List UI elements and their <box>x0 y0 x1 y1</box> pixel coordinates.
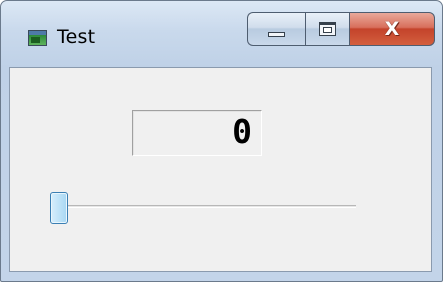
maximize-icon <box>319 22 336 36</box>
client-area: 0 <box>9 67 432 272</box>
value-slider[interactable] <box>50 188 358 226</box>
minimize-button[interactable] <box>247 12 305 46</box>
slider-thumb[interactable] <box>50 192 68 224</box>
value-display: 0 <box>132 110 262 156</box>
test-window: Test X 0 <box>0 0 443 282</box>
caption-buttons: X <box>247 12 435 46</box>
close-button[interactable]: X <box>350 12 435 46</box>
maximize-button[interactable] <box>305 12 350 46</box>
title-bar[interactable]: Test X <box>1 1 442 63</box>
close-icon: X <box>384 17 400 40</box>
slider-track[interactable] <box>56 205 356 208</box>
minimize-icon <box>268 31 285 37</box>
window-title: Test <box>57 26 96 48</box>
app-window-icon[interactable] <box>28 30 47 46</box>
display-value: 0 <box>232 112 252 151</box>
